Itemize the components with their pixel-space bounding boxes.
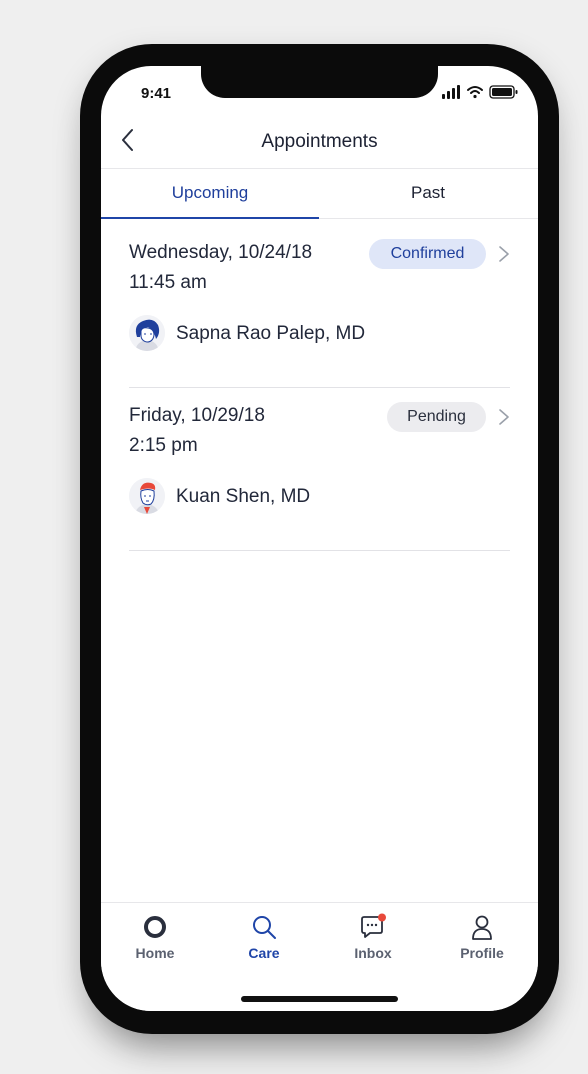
home-icon	[144, 916, 166, 938]
tabbar-item-inbox[interactable]: Inbox	[333, 913, 413, 961]
phone-notch	[201, 66, 438, 98]
chevron-right-icon	[499, 409, 509, 425]
status-time: 9:41	[141, 85, 172, 102]
status-badge: Confirmed	[369, 239, 486, 269]
notification-dot	[378, 913, 386, 922]
nav-header: Appointments	[101, 114, 538, 169]
status-icons	[442, 85, 518, 99]
tab-past[interactable]: Past	[319, 168, 537, 218]
tab-upcoming[interactable]: Upcoming	[101, 168, 319, 218]
page-title: Appointments	[261, 131, 378, 152]
appointment-date: Friday, 10/29/18	[129, 405, 265, 426]
doctor-name: Kuan Shen, MD	[176, 486, 311, 507]
tabbar-label: Home	[135, 945, 175, 961]
segmented-tabs: Upcoming Past	[101, 168, 538, 219]
tabbar-label: Profile	[460, 945, 504, 961]
appointment-row[interactable]: Friday, 10/29/18 2:15 pm Pending Kuan Sh…	[129, 387, 510, 551]
status-badge: Pending	[387, 402, 486, 432]
wifi-icon	[467, 86, 483, 99]
appointment-date: Wednesday, 10/24/18	[129, 242, 313, 263]
appointment-time: 2:15 pm	[129, 435, 198, 456]
active-tab-indicator	[101, 217, 319, 219]
battery-icon	[489, 85, 518, 99]
search-icon	[253, 916, 276, 939]
doctor-name: Sapna Rao Palep, MD	[176, 323, 366, 344]
doctor-avatar	[129, 315, 165, 351]
chat-icon	[361, 913, 386, 938]
tabbar-label: Care	[248, 945, 280, 961]
appointment-row[interactable]: Wednesday, 10/24/18 11:45 am Confirmed S…	[129, 224, 510, 388]
tabbar-item-care[interactable]: Care	[224, 913, 304, 961]
bottom-tab-bar: Home Care Inbox Profile	[101, 902, 538, 1011]
tabbar-item-profile[interactable]: Profile	[442, 913, 522, 961]
person-icon	[472, 915, 492, 940]
tabbar-label: Inbox	[354, 945, 392, 961]
chevron-right-icon	[499, 246, 509, 262]
app-screen: 9:41 Appointments Upcoming Past Wednesda…	[101, 66, 538, 1011]
appointment-time: 11:45 am	[129, 272, 207, 293]
home-indicator	[241, 996, 398, 1002]
tabbar-item-home[interactable]: Home	[115, 913, 195, 961]
doctor-avatar	[129, 478, 165, 514]
signal-icon	[442, 85, 460, 99]
